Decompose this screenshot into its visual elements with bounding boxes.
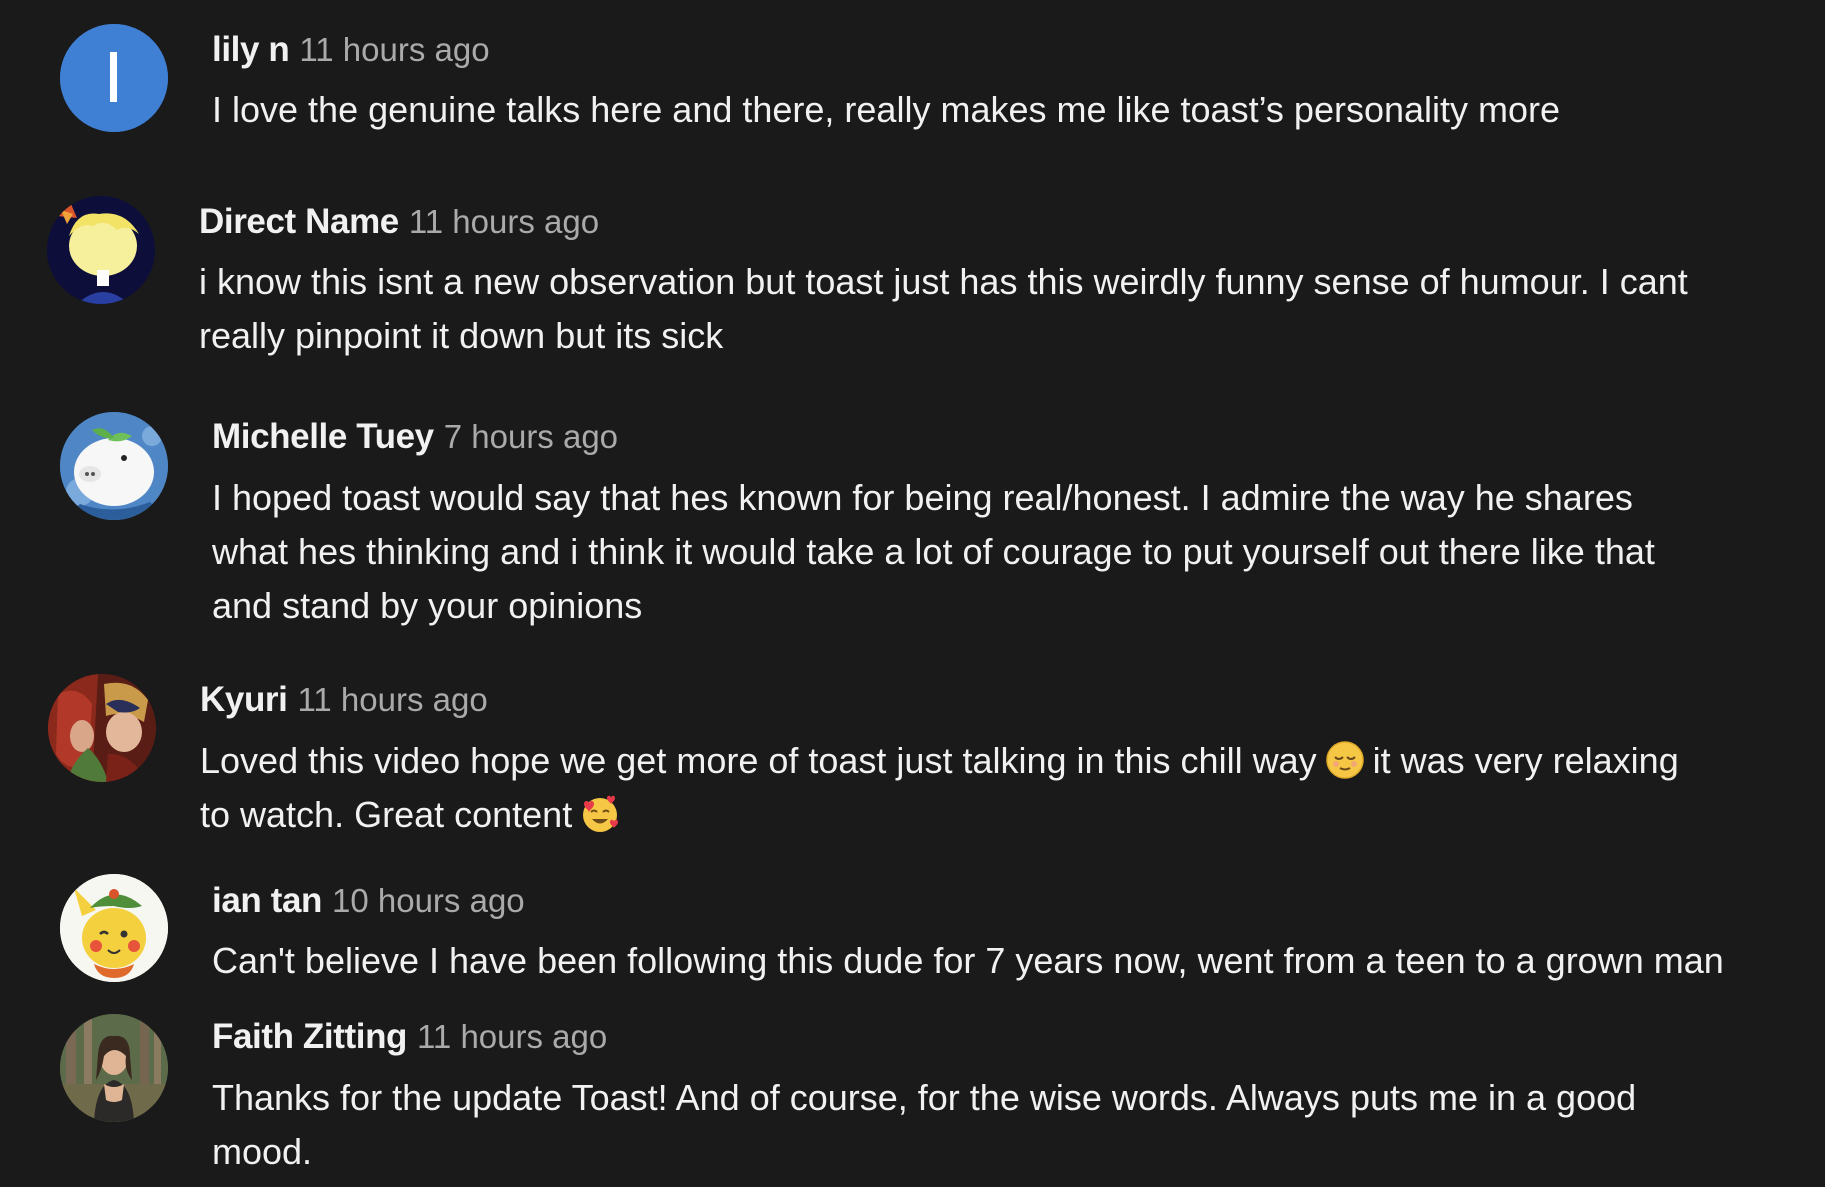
comment-text-segment: it was very relaxing [1372, 740, 1679, 781]
comment-line: i know this isnt a new observation but t… [199, 261, 1688, 302]
comment-text-segment: Loved this video hope we get more of toa… [200, 740, 1317, 781]
white-piglet-icon [60, 412, 168, 520]
avatar[interactable] [48, 674, 156, 782]
person-in-forest-photo-icon [60, 1014, 168, 1122]
relieved-face-emoji [1325, 740, 1365, 780]
comment-line: mood. [212, 1131, 313, 1172]
comment-line: really pinpoint it down but its sick [199, 315, 724, 356]
comment-line: Loved this video hope we get more of toa… [200, 734, 1679, 788]
comment-timestamp[interactable]: 11 hours ago [417, 1018, 607, 1055]
comments-page: { "comments": [ { "author": "lily n", "t… [0, 0, 1825, 1187]
comment-header: lily n 11 hours ago [212, 32, 490, 67]
comment-timestamp[interactable]: 10 hours ago [332, 882, 525, 919]
comment-line: to watch. Great content [200, 788, 1679, 842]
anime-couple-icon [48, 674, 156, 782]
comment-timestamp[interactable]: 11 hours ago [297, 681, 487, 718]
author-name[interactable]: Faith Zitting [212, 1017, 407, 1056]
comment-header: Faith Zitting 11 hours ago [212, 1019, 607, 1054]
comment-header: Kyuri 11 hours ago [200, 682, 488, 717]
pikachu-teemo-hat-icon [60, 874, 168, 982]
author-name[interactable]: lily n [212, 30, 290, 69]
comment-header: Direct Name 11 hours ago [199, 204, 599, 239]
author-name[interactable]: Michelle Tuey [212, 417, 434, 456]
comment-timestamp[interactable]: 11 hours ago [409, 203, 599, 240]
comment-header: ian tan 10 hours ago [212, 883, 525, 918]
comment-line: I hoped toast would say that hes known f… [212, 477, 1633, 518]
comment-line: what hes thinking and i think it would t… [212, 531, 1655, 572]
letter-avatar-icon [60, 24, 168, 132]
comment-timestamp[interactable]: 7 hours ago [444, 418, 618, 455]
avatar[interactable] [60, 1014, 168, 1122]
comment-text: Loved this video hope we get more of toa… [200, 734, 1679, 842]
comment-text-segment: to watch. Great content [200, 794, 573, 835]
comment-timestamp[interactable]: 11 hours ago [299, 31, 489, 68]
comment-line: Thanks for the update Toast! And of cour… [212, 1077, 1637, 1118]
author-name[interactable]: Direct Name [199, 202, 399, 241]
comment-text: Can't believe I have been following this… [212, 934, 1724, 988]
avatar[interactable] [47, 196, 155, 304]
comment-line: Can't believe I have been following this… [212, 940, 1724, 981]
comment-header: Michelle Tuey 7 hours ago [212, 419, 618, 454]
cartoon-blond-character-icon [47, 196, 155, 304]
avatar[interactable] [60, 24, 168, 132]
comment-line: I love the genuine talks here and there,… [212, 89, 1561, 130]
comment-text: Thanks for the update Toast! And of cour… [212, 1071, 1636, 1179]
avatar[interactable] [60, 874, 168, 982]
comment-text: I hoped toast would say that hes known f… [212, 471, 1655, 633]
author-name[interactable]: Kyuri [200, 680, 288, 719]
author-name[interactable]: ian tan [212, 881, 322, 920]
comment-text: i know this isnt a new observation but t… [199, 255, 1688, 363]
smiling-face-with-hearts-emoji [580, 794, 620, 834]
avatar[interactable] [60, 412, 168, 520]
comment-line: and stand by your opinions [212, 585, 643, 626]
comment-text: I love the genuine talks here and there,… [212, 83, 1560, 137]
